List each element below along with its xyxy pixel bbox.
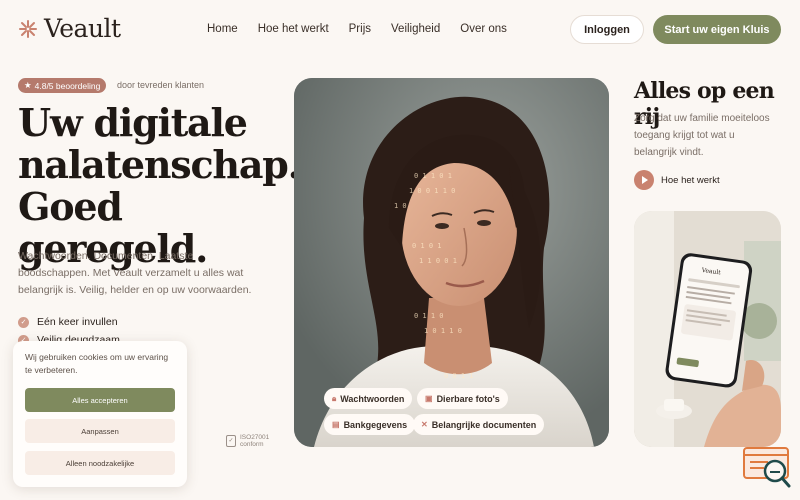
svg-text:1 0 0 1 1 0: 1 0 0 1 1 0 <box>409 187 455 195</box>
certificate-icon: ✓ <box>226 435 236 447</box>
nav-security[interactable]: Veiligheid <box>391 23 440 35</box>
trust-line: ISO27001 <box>240 434 270 441</box>
logo[interactable]: Veault <box>18 14 121 43</box>
customize-cookies-button[interactable]: Aanpassen <box>25 419 175 443</box>
svg-text:0 1 1 0 1: 0 1 1 0 1 <box>414 172 452 180</box>
rating-subtext: door tevreden klanten <box>117 80 205 90</box>
svg-text:1 0: 1 0 <box>394 202 407 210</box>
hand-holding-phone-illustration: Veault <box>634 211 781 447</box>
svg-text:1 0 1 1 0: 1 0 1 1 0 <box>424 327 462 335</box>
essential-cookies-button[interactable]: Alleen noodzakelijke <box>25 451 175 475</box>
rating-badge: ★ 4.8/5 beoordeling <box>18 78 107 93</box>
hero-title: Uw digitale nalatenschap. Goed geregeld. <box>18 100 301 270</box>
how-it-works-video-link[interactable]: Hoe het werkt <box>634 170 720 190</box>
nav-how-it-works[interactable]: Hoe het werkt <box>258 23 329 35</box>
svg-text:0 1 1 0: 0 1 1 0 <box>414 312 444 320</box>
main-nav: Home Hoe het werkt Prijs Veiligheid Over… <box>207 23 507 35</box>
logo-text: Veault <box>44 14 121 43</box>
svg-text:1 1 0 0 1: 1 1 0 0 1 <box>419 257 457 265</box>
star-icon: ★ <box>24 80 32 90</box>
accept-all-cookies-button[interactable]: Alles accepteren <box>25 388 175 412</box>
pill-photos: ▣ Dierbare foto's <box>417 388 508 409</box>
lock-icon: 🔒︎ <box>332 393 337 403</box>
pill-label: Wachtwoorden <box>340 393 405 404</box>
svg-text:0 0 1 1: 0 0 1 1 <box>444 372 474 380</box>
start-vault-button[interactable]: Start uw eigen Kluis <box>653 15 781 44</box>
chat-widget-button[interactable] <box>742 445 792 489</box>
feature-item: ✓ Eén keer invullen <box>18 316 118 328</box>
pill-passwords: 🔒︎ Wachtwoorden <box>324 388 413 409</box>
hero-title-line: nalatenschap. <box>18 142 301 187</box>
rating-value: 4.8/5 beoordeling <box>34 80 101 91</box>
phone-photo: Veault <box>634 211 781 447</box>
play-icon[interactable] <box>634 170 654 190</box>
svg-text:0 1 0 1: 0 1 0 1 <box>412 242 442 250</box>
section-description: Zorg dat uw familie moeiteloos toegang k… <box>634 113 770 158</box>
pill-label: Dierbare foto's <box>436 393 500 404</box>
chat-search-icon <box>743 447 791 488</box>
feature-label: Eén keer invullen <box>37 316 118 328</box>
hero-photo: 0 1 1 0 1 1 0 0 1 1 0 0 1 0 1 1 1 0 0 1 … <box>294 78 609 447</box>
document-icon: ✕ <box>421 420 428 429</box>
bank-icon: ▤ <box>332 420 340 429</box>
image-icon: ▣ <box>425 394 433 403</box>
cookie-text: Wij gebruiken cookies om uw ervaring te … <box>25 352 169 375</box>
nav-price[interactable]: Prijs <box>349 23 371 35</box>
nav-about[interactable]: Over ons <box>460 23 507 35</box>
nav-home[interactable]: Home <box>207 23 238 35</box>
pill-documents: ✕ Belangrijke documenten <box>413 414 545 435</box>
login-button[interactable]: Inloggen <box>570 15 644 44</box>
pill-bank: ▤ Bankgegevens <box>324 414 416 435</box>
logo-mark-icon <box>19 19 37 38</box>
play-label: Hoe het werkt <box>661 174 720 186</box>
pill-label: Bankgegevens <box>343 419 408 430</box>
cookie-banner: Wij gebruiken cookies om uw ervaring te … <box>13 341 187 487</box>
check-icon: ✓ <box>18 316 29 328</box>
pill-label: Belangrijke documenten <box>431 419 537 430</box>
trust-badge: ✓ ISO27001 conform <box>226 434 269 448</box>
hero-description: Wachtwoorden. Documenten. Laatste boodsc… <box>18 250 252 296</box>
hero-title-line: Uw digitale <box>18 100 248 145</box>
trust-line: conform <box>240 441 264 448</box>
